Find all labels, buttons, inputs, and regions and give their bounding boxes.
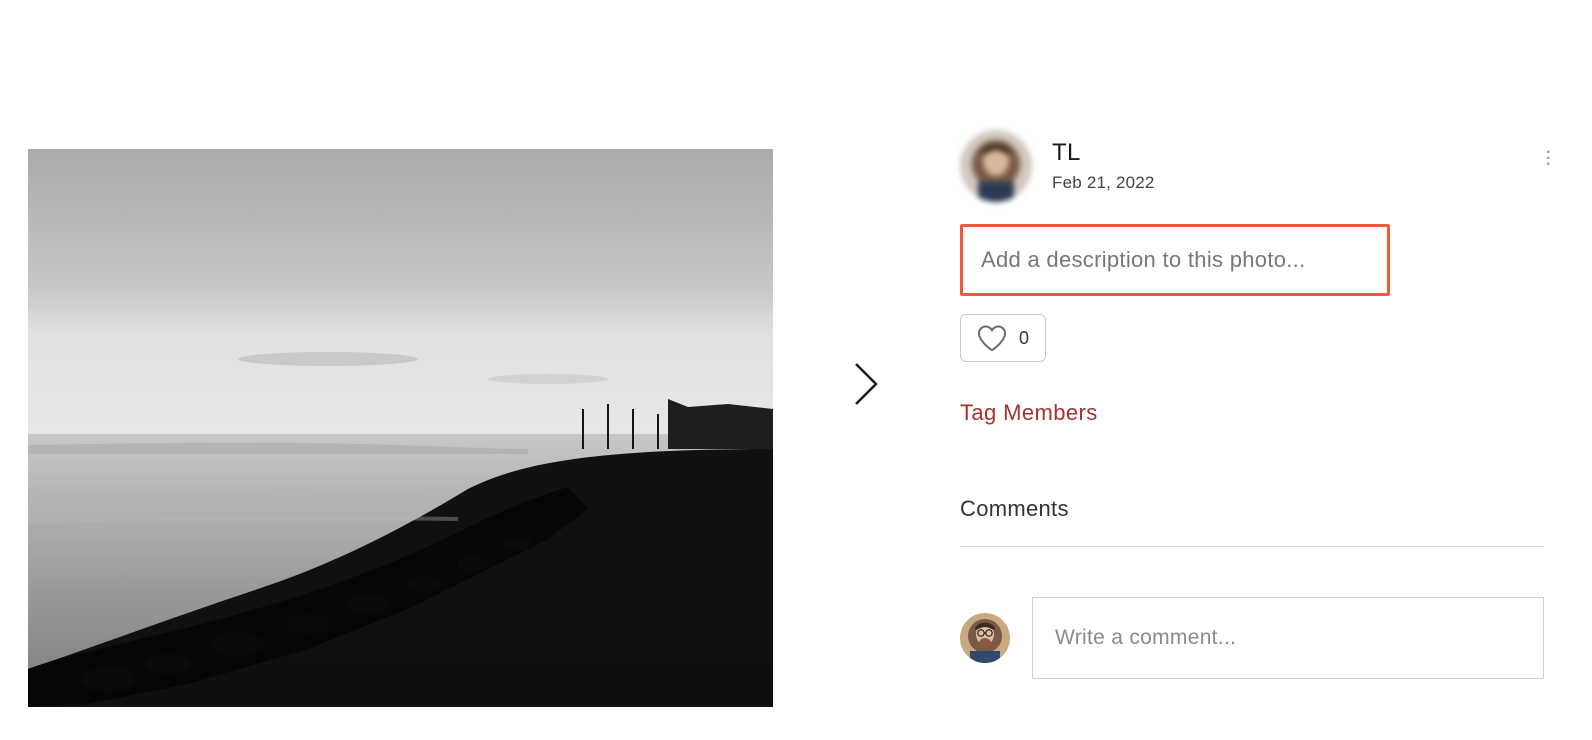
- like-button[interactable]: 0: [960, 314, 1046, 362]
- author-avatar[interactable]: [960, 130, 1032, 202]
- description-placeholder: Add a description to this photo...: [981, 247, 1306, 272]
- chevron-right-icon: [852, 360, 880, 408]
- main-photo[interactable]: [28, 149, 773, 707]
- comment-input[interactable]: Write a comment...: [1032, 597, 1544, 679]
- comments-heading: Comments: [960, 496, 1544, 522]
- heart-icon: [977, 325, 1007, 351]
- comment-placeholder: Write a comment...: [1055, 626, 1236, 650]
- details-pane: TL Feb 21, 2022 ··· Add a description to…: [960, 0, 1592, 740]
- photo-detail-layout: TL Feb 21, 2022 ··· Add a description to…: [0, 0, 1592, 740]
- description-input[interactable]: Add a description to this photo...: [960, 224, 1390, 296]
- post-date: Feb 21, 2022: [1052, 173, 1155, 193]
- more-options-button[interactable]: ···: [1545, 148, 1552, 166]
- current-user-avatar[interactable]: [960, 613, 1010, 663]
- like-count: 0: [1019, 328, 1029, 349]
- comment-composer: Write a comment...: [960, 597, 1544, 679]
- author-name[interactable]: TL: [1052, 139, 1155, 167]
- photo-pane: [0, 0, 960, 740]
- author-meta: TL Feb 21, 2022: [1052, 139, 1155, 193]
- divider: [960, 546, 1544, 547]
- next-photo-button[interactable]: [852, 360, 880, 413]
- tag-members-link[interactable]: Tag Members: [960, 400, 1544, 426]
- dots-vertical-icon: ···: [1545, 148, 1552, 166]
- author-row: TL Feb 21, 2022: [960, 130, 1544, 202]
